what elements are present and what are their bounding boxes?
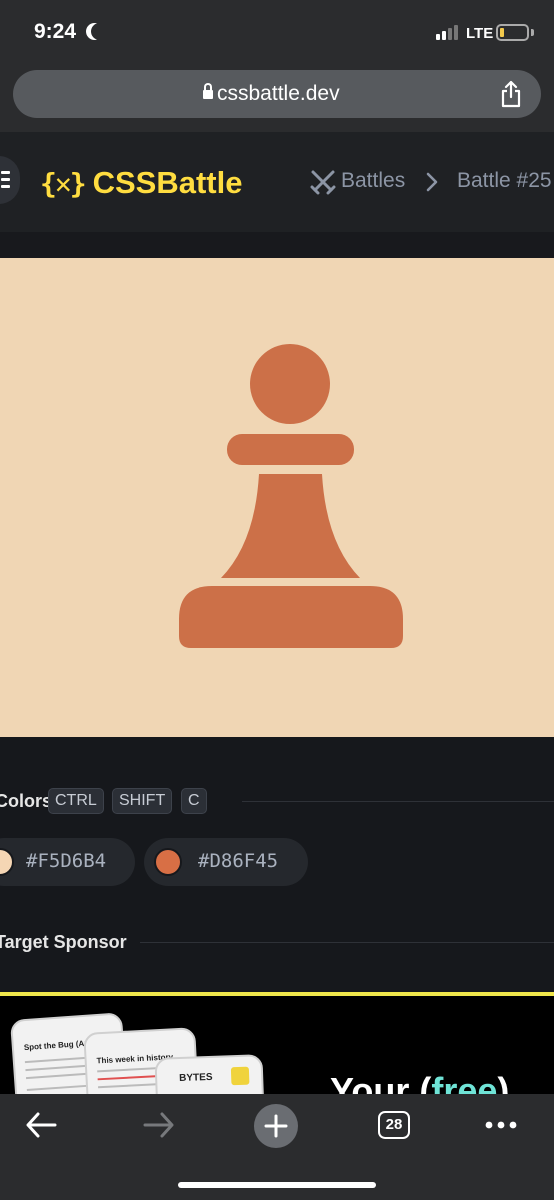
chevron-right-icon [426, 172, 438, 192]
browser-toolbar: 28 [0, 1094, 554, 1200]
pawn-collar [227, 434, 354, 465]
swords-icon [310, 170, 336, 195]
site-logo[interactable]: {✕} CSSBattle [40, 165, 242, 201]
url-text: cssbattle.dev [217, 82, 340, 105]
js-badge [230, 1066, 250, 1086]
divider [242, 801, 554, 802]
share-icon[interactable] [499, 80, 523, 108]
swatch-hex: #D86F45 [198, 850, 279, 872]
divider [140, 942, 554, 943]
browser-address-area: cssbattle.dev [0, 62, 554, 132]
more-icon[interactable] [484, 1120, 520, 1130]
phone-title: BYTES [179, 1071, 213, 1085]
pawn-body [221, 474, 360, 578]
pawn-head [250, 344, 330, 424]
swatch-hex: #F5D6B4 [26, 850, 107, 872]
tab-count-button[interactable]: 28 [378, 1111, 410, 1139]
logo-text: CSSBattle [92, 165, 243, 200]
signal-icon [436, 24, 458, 40]
network-label: LTE [466, 25, 494, 42]
target-image [0, 258, 554, 737]
pawn-base [179, 586, 403, 648]
address-bar[interactable]: cssbattle.dev [13, 70, 541, 118]
swatch-color-dot [0, 848, 14, 876]
sponsor-label: Target Sponsor [0, 932, 127, 952]
color-swatch[interactable]: #D86F45 [144, 838, 308, 886]
plus-icon [264, 1114, 288, 1138]
pawn-figure [179, 344, 403, 648]
battery-icon [496, 24, 529, 41]
color-swatch[interactable]: #F5D6B4 [0, 838, 135, 886]
logo-mark-icon: {✕} [40, 166, 87, 200]
kbd-c: C [181, 788, 207, 814]
kbd-shift: SHIFT [112, 788, 173, 814]
site-header: {✕} CSSBattle Battles Battle #25 [0, 132, 554, 232]
new-tab-button[interactable] [254, 1104, 298, 1148]
sponsor-banner[interactable]: Spot the Bug (Answer Below) This week in… [0, 992, 554, 1102]
breadcrumb-battles-link[interactable]: Battles [341, 169, 405, 193]
menu-button[interactable] [0, 156, 20, 204]
lock-icon [203, 83, 213, 100]
colors-section-header: Colors CTRL SHIFT C [0, 786, 554, 816]
breadcrumb-battle: Battle #25 [457, 169, 552, 192]
battery-tip [531, 29, 534, 36]
status-bar: 9:24 LTE [0, 0, 554, 62]
header-spacer [0, 232, 554, 258]
kbd-ctrl: CTRL [48, 788, 104, 814]
status-time: 9:24 [34, 20, 77, 43]
back-arrow-icon[interactable] [24, 1110, 58, 1140]
forward-arrow-icon[interactable] [142, 1110, 176, 1140]
home-indicator [178, 1182, 376, 1188]
colors-label: Colors [0, 791, 53, 811]
swatch-color-dot [154, 848, 182, 876]
moon-icon [91, 23, 108, 40]
